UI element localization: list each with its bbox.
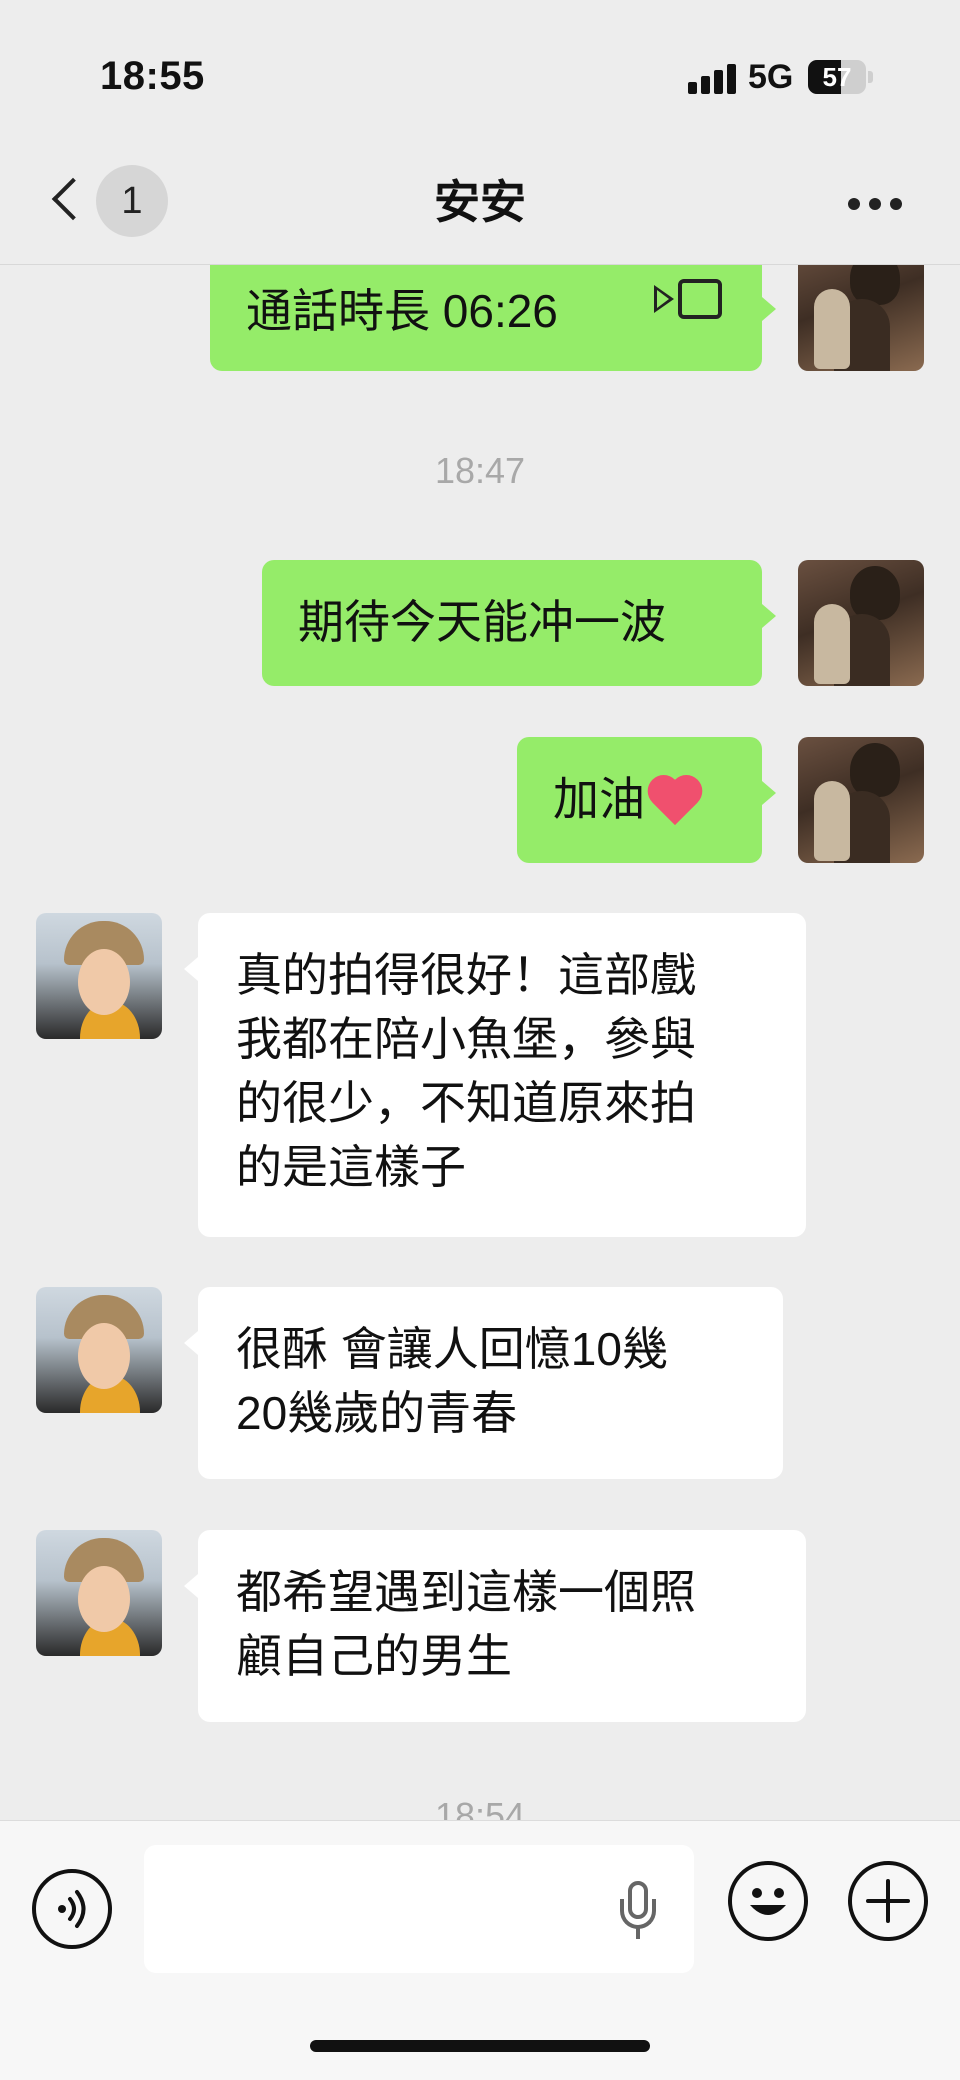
my-avatar[interactable] xyxy=(798,265,924,371)
contact-avatar[interactable] xyxy=(36,1287,162,1413)
signal-strength-icon xyxy=(688,64,740,94)
message-line: 我都在陪小魚堡，參與 xyxy=(236,1013,696,1065)
message-line: 都希望遇到這樣一個照 xyxy=(236,1566,696,1618)
chevron-left-icon[interactable] xyxy=(44,174,94,228)
video-camera-icon xyxy=(652,279,722,323)
status-time: 18:55 xyxy=(100,54,205,98)
message-line: 真的拍得很好！這部戲 xyxy=(236,949,696,1001)
call-duration-text: 通話時長 06:26 xyxy=(246,285,558,337)
chat-header: 1 安安 xyxy=(0,150,960,265)
heart-emoji-icon xyxy=(645,773,705,825)
message-bubble[interactable]: 很酥 會讓人回憶10幾 20幾歲的青春 xyxy=(184,1287,783,1479)
battery-level: 57 xyxy=(822,62,852,92)
unread-count-badge[interactable]: 1 xyxy=(96,165,168,237)
message-input[interactable] xyxy=(144,1845,694,1973)
message-text: 加油 xyxy=(553,773,645,825)
message-line: 的很少，不知道原來拍 xyxy=(236,1077,696,1129)
message-line: 顧自己的男生 xyxy=(236,1630,512,1682)
input-bar xyxy=(0,1820,960,2080)
message-line: 20幾歲的青春 xyxy=(236,1387,518,1439)
plus-icon[interactable] xyxy=(848,1861,928,1941)
voice-wave-icon[interactable] xyxy=(32,1869,112,1949)
microphone-icon[interactable] xyxy=(618,1881,658,1941)
message-bubble[interactable]: 加油 xyxy=(517,737,776,863)
smiley-icon[interactable] xyxy=(728,1861,808,1941)
timestamp: 18:54 xyxy=(434,1795,526,1820)
message-list[interactable]: 通話時長 06:26 18:47 期待今天能冲一波 加油 真的拍得很好！這部戲 … xyxy=(0,265,960,1820)
status-bar: 18:55 5G 57 xyxy=(0,0,960,150)
network-type: 5G xyxy=(748,58,794,96)
home-indicator[interactable] xyxy=(310,2040,650,2052)
contact-avatar[interactable] xyxy=(36,1530,162,1656)
my-avatar[interactable] xyxy=(798,737,924,863)
message-line: 很酥 會讓人回憶10幾 xyxy=(236,1323,668,1375)
contact-avatar[interactable] xyxy=(36,913,162,1039)
timestamp: 18:47 xyxy=(434,450,526,491)
my-avatar[interactable] xyxy=(798,560,924,686)
message-bubble[interactable]: 期待今天能冲一波 xyxy=(262,560,776,686)
more-dots-icon[interactable] xyxy=(840,178,910,228)
battery-icon: 57 xyxy=(808,60,873,94)
message-line: 的是這樣子 xyxy=(236,1141,466,1193)
message-bubble[interactable]: 真的拍得很好！這部戲 我都在陪小魚堡，參與 的很少，不知道原來拍 的是這樣子 xyxy=(184,913,806,1237)
call-record-bubble[interactable]: 通話時長 06:26 xyxy=(210,265,776,371)
message-text: 期待今天能冲一波 xyxy=(298,596,666,648)
message-bubble[interactable]: 都希望遇到這樣一個照 顧自己的男生 xyxy=(184,1530,806,1722)
